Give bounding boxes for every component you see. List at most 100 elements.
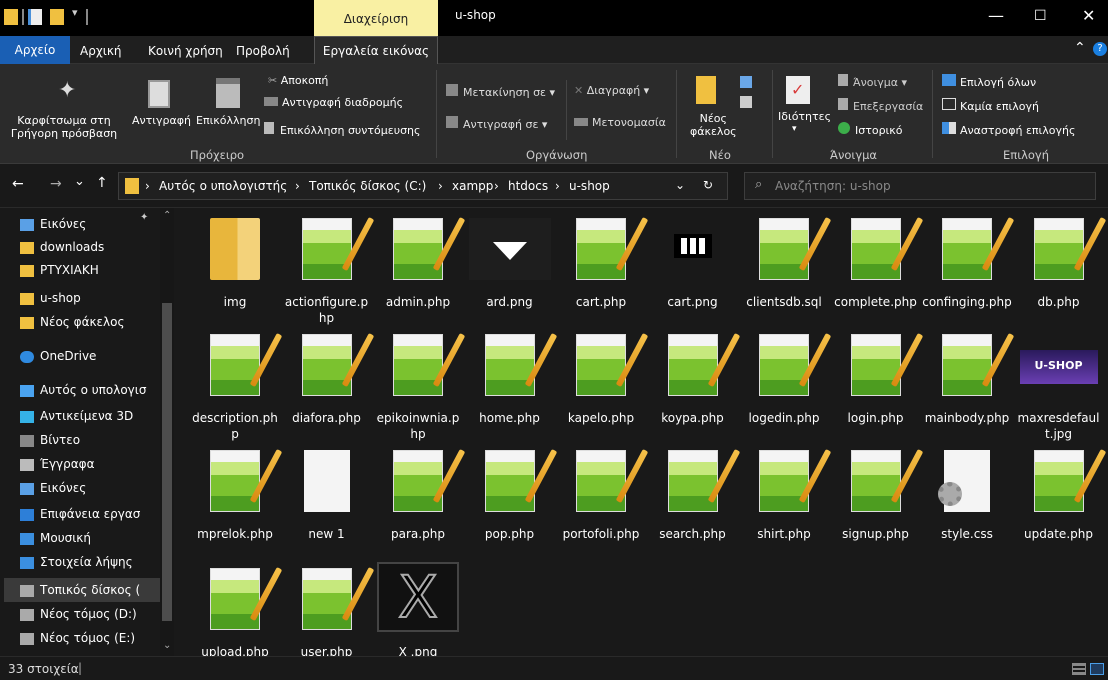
tab-home[interactable]: Αρχική [80, 44, 122, 58]
file-item[interactable]: kapelo.php [556, 328, 646, 438]
breadcrumb-this-pc[interactable]: Αυτός ο υπολογιστής [159, 179, 287, 193]
file-item[interactable]: cart.png [648, 212, 738, 322]
history-button[interactable]: Ιστορικό [838, 122, 903, 137]
address-dropdown-icon[interactable]: ⌄ [675, 178, 685, 192]
select-none-button[interactable]: Καμία επιλογή [942, 98, 1039, 113]
sidebar-item[interactable]: Εικόνες [18, 476, 176, 500]
file-item[interactable]: cart.php [556, 212, 646, 322]
file-item[interactable]: home.php [465, 328, 555, 438]
file-item[interactable]: koypa.php [648, 328, 738, 438]
tab-view[interactable]: Προβολή [236, 44, 290, 58]
file-item[interactable]: confinging.php [922, 212, 1012, 322]
tab-picture-tools[interactable]: Εργαλεία εικόνας [314, 36, 438, 64]
breadcrumb-u-shop[interactable]: u-shop [569, 179, 610, 193]
navigation-bar: ← → ⌄ ↑ › Αυτός ο υπολογιστής › Τοπικός … [0, 164, 1108, 208]
sidebar-item[interactable]: Εικόνες [18, 212, 176, 236]
sidebar-item[interactable]: Στοιχεία λήψης [18, 550, 176, 574]
help-icon[interactable]: ? [1093, 42, 1107, 56]
minimize-button[interactable]: — [988, 6, 1004, 25]
sidebar-item[interactable]: Αντικείμενα 3D [18, 404, 176, 428]
sidebar-item[interactable]: Νέος φάκελος [18, 310, 176, 334]
address-bar[interactable]: › Αυτός ο υπολογιστής › Τοπικός δίσκος (… [118, 172, 728, 200]
file-item[interactable]: diafora.php [282, 328, 372, 438]
new-item-icon[interactable] [740, 76, 752, 88]
breadcrumb-xampp[interactable]: xampp [452, 179, 493, 193]
file-item[interactable]: mainbody.php [922, 328, 1012, 438]
properties-button[interactable]: Ιδιότητες [778, 110, 831, 123]
file-item[interactable]: pop.php [465, 444, 555, 554]
file-item[interactable]: ard.png [465, 212, 555, 322]
breadcrumb-local-disk[interactable]: Τοπικός δίσκος (C:) [309, 179, 426, 193]
file-item[interactable]: new 1 [282, 444, 372, 554]
new-folder-icon[interactable] [50, 9, 64, 25]
file-item[interactable]: portofoli.php [556, 444, 646, 554]
new-folder-button[interactable]: Νέος φάκελος [690, 112, 737, 138]
sidebar-item[interactable]: Βίντεο [18, 428, 176, 452]
properties-dropdown-icon[interactable]: ▾ [792, 124, 797, 134]
sidebar-item[interactable]: Νέος τόμος (D:) [18, 602, 176, 626]
forward-button[interactable]: → [50, 176, 62, 192]
contextual-tab-manage[interactable]: Διαχείριση [314, 0, 438, 36]
large-icons-view-icon[interactable] [1090, 663, 1104, 675]
file-item[interactable]: clientsdb.sql [739, 212, 829, 322]
file-item[interactable]: U-SHOP maxresdefault.jpg [1014, 328, 1104, 441]
file-item[interactable]: login.php [831, 328, 921, 438]
close-button[interactable]: ✕ [1082, 6, 1095, 25]
file-item[interactable]: description.php [190, 328, 280, 441]
file-item[interactable]: para.php [373, 444, 463, 554]
recent-locations-button[interactable]: ⌄ [74, 174, 85, 189]
cut-button[interactable]: ✂ Αποκοπή [268, 74, 328, 87]
collapse-ribbon-icon[interactable]: ⌃ [1074, 40, 1086, 56]
sidebar-item[interactable]: downloads [18, 235, 176, 259]
invert-selection-label: Αναστροφή επιλογής [960, 124, 1076, 137]
file-item[interactable]: signup.php [831, 444, 921, 554]
sidebar-item[interactable]: Αυτός ο υπολογισ [18, 378, 176, 402]
search-box[interactable]: ⌕ Αναζήτηση: u-shop [744, 172, 1096, 200]
file-item[interactable]: style.css [922, 444, 1012, 554]
select-all-button[interactable]: Επιλογή όλων [942, 74, 1036, 89]
file-item[interactable]: shirt.php [739, 444, 829, 554]
open-button[interactable]: Άνοιγμα ▾ [838, 74, 907, 89]
copy-to-button[interactable]: Αντιγραφή σε ▾ [446, 116, 547, 131]
file-item[interactable]: search.php [648, 444, 738, 554]
file-item[interactable]: update.php [1014, 444, 1104, 554]
notepad-plus-plus-icon [576, 218, 626, 280]
breadcrumb-htdocs[interactable]: htdocs [508, 179, 548, 193]
sidebar-item[interactable]: Έγγραφα [18, 452, 176, 476]
details-view-icon[interactable] [1072, 663, 1086, 675]
file-item[interactable]: admin.php [373, 212, 463, 322]
file-item[interactable]: actionfigure.php [282, 212, 372, 325]
edit-button[interactable]: Επεξεργασία [838, 98, 923, 113]
sidebar-item[interactable]: Τοπικός δίσκος ( [4, 578, 160, 602]
rename-button[interactable]: Μετονομασία [574, 116, 666, 129]
paste-button[interactable]: Επικόλληση [196, 114, 260, 127]
sidebar-item[interactable]: u-shop [18, 286, 176, 310]
file-item[interactable]: epikoinwnia.php [373, 328, 463, 441]
maximize-button[interactable]: ☐ [1034, 8, 1047, 24]
back-button[interactable]: ← [12, 176, 24, 192]
pin-quick-access-button[interactable]: Καρφίτσωμα στη Γρήγορη πρόσβαση [6, 114, 122, 140]
sidebar-item[interactable]: PTYXIAKH [18, 258, 176, 282]
sidebar-item[interactable]: Μουσική [18, 526, 176, 550]
copy-path-button[interactable]: Αντιγραφή διαδρομής [264, 96, 403, 109]
file-item[interactable]: logedin.php [739, 328, 829, 438]
delete-button[interactable]: ✕ Διαγραφή ▾ [574, 84, 649, 97]
tab-share[interactable]: Κοινή χρήση [148, 44, 223, 58]
sidebar-item[interactable]: Επιφάνεια εργασ [18, 502, 176, 526]
copy-button[interactable]: Αντιγραφή [132, 114, 191, 127]
sidebar-item[interactable]: OneDrive [18, 344, 176, 368]
file-item[interactable]: complete.php [831, 212, 921, 322]
file-item[interactable]: img [190, 212, 280, 322]
properties-icon[interactable] [28, 9, 42, 25]
easy-access-icon[interactable] [740, 96, 752, 108]
move-to-button[interactable]: Μετακίνηση σε ▾ [446, 84, 555, 99]
file-item[interactable]: mprelok.php [190, 444, 280, 554]
file-item[interactable]: db.php [1014, 212, 1104, 322]
sidebar-item[interactable]: Νέος τόμος (E:) [18, 626, 176, 650]
refresh-icon[interactable]: ↻ [703, 178, 713, 192]
up-button[interactable]: ↑ [96, 175, 108, 191]
customize-quick-access-icon[interactable]: ▾ [72, 6, 82, 22]
paste-shortcut-button[interactable]: Επικόλληση συντόμευσης [264, 122, 420, 137]
invert-selection-button[interactable]: Αναστροφή επιλογής [942, 122, 1075, 137]
tab-file[interactable]: Αρχείο [0, 36, 70, 64]
